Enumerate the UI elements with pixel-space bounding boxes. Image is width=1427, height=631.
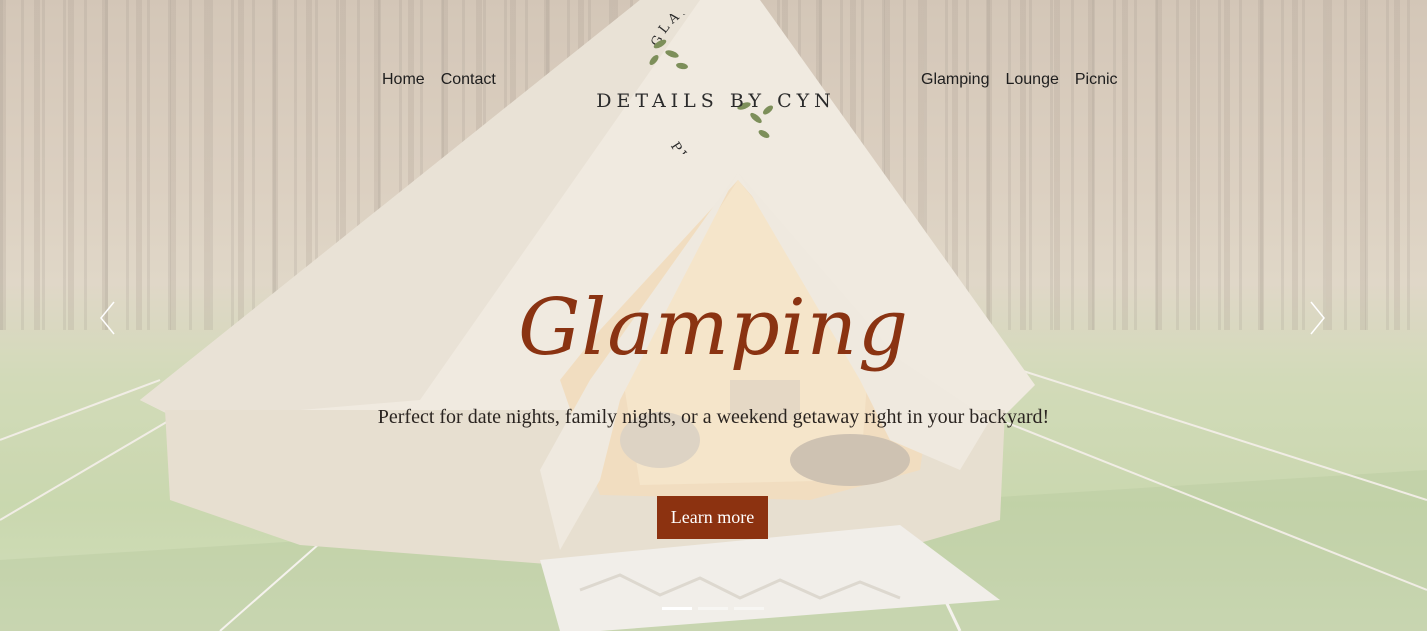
logo-wordmark: DETAILS BY CYN xyxy=(596,90,836,112)
slide-dot-3[interactable] xyxy=(734,607,764,610)
slide-dot-1[interactable] xyxy=(662,607,692,610)
svg-text:PICNICS: PICNICS xyxy=(667,140,747,154)
hero-subtitle: Perfect for date nights, family nights, … xyxy=(377,406,1050,428)
slide-dot-2[interactable] xyxy=(698,607,728,610)
nav-link-lounge[interactable]: Lounge xyxy=(1005,70,1058,90)
nav-link-contact[interactable]: Contact xyxy=(441,70,496,90)
site-logo[interactable]: GLAMPING PICNICS DETAILS BY CYN xyxy=(594,14,838,154)
nav-right: Glamping Lounge Picnic xyxy=(921,70,1118,90)
slide-indicators xyxy=(662,607,764,610)
nav-link-glamping[interactable]: Glamping xyxy=(921,70,989,90)
nav-link-home[interactable]: Home xyxy=(382,70,425,90)
nav-left: Home Contact xyxy=(382,70,496,90)
nav-link-picnic[interactable]: Picnic xyxy=(1075,70,1118,90)
logo-emblem-icon: GLAMPING PICNICS xyxy=(649,14,773,154)
logo-bottom-arc: PICNICS xyxy=(667,140,743,154)
leaf-icon xyxy=(649,39,773,138)
hero-headline: Glamping xyxy=(518,283,909,373)
learn-more-button[interactable]: Learn more xyxy=(657,496,768,539)
